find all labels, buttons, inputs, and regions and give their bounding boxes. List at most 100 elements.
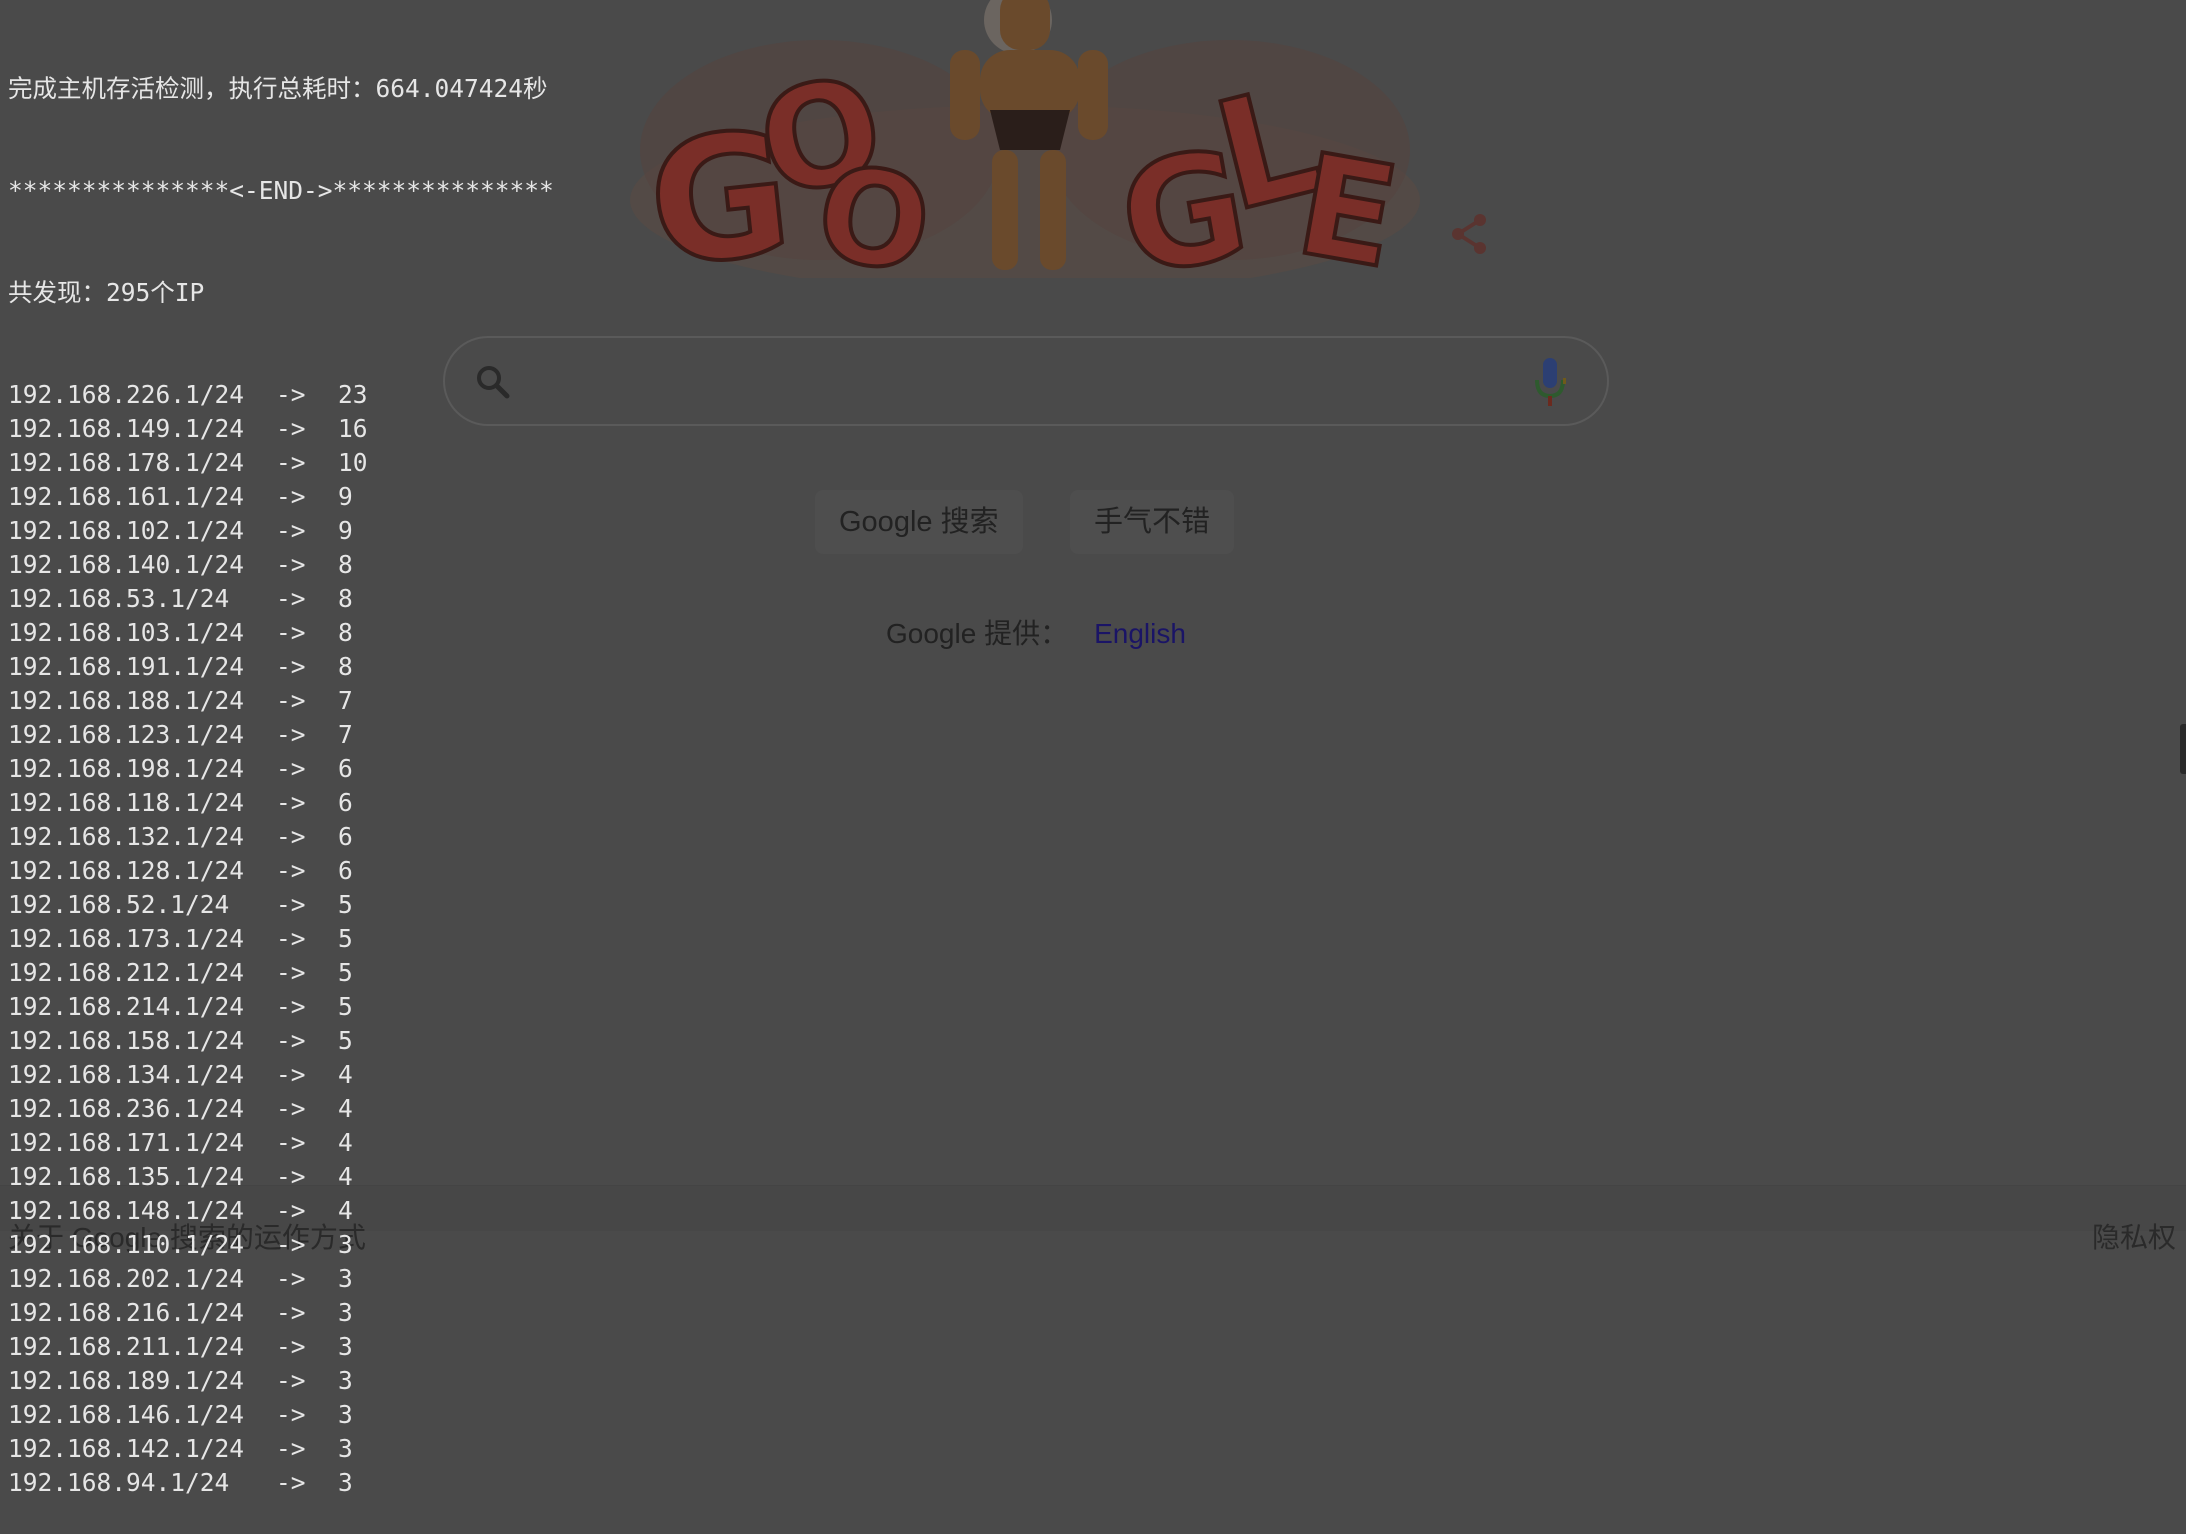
terminal-row: 192.168.110.1/24 -> 3 [8, 1228, 554, 1262]
subnet-address: 192.168.103.1/24 [8, 618, 245, 647]
subnet-address: 192.168.52.1/24 [8, 890, 230, 919]
arrow-separator: -> [276, 516, 306, 545]
language-offer: Google 提供： English [886, 612, 1186, 652]
terminal-row: 192.168.140.1/24 -> 8 [8, 548, 554, 582]
search-bar[interactable] [443, 336, 1609, 426]
terminal-row: 192.168.123.1/24 -> 7 [8, 718, 554, 752]
subnet-address: 192.168.132.1/24 [8, 822, 245, 851]
subnet-address: 192.168.142.1/24 [8, 1434, 245, 1463]
host-count: 8 [338, 652, 353, 681]
mic-icon[interactable] [1533, 356, 1567, 408]
host-count: 3 [338, 1366, 353, 1395]
arrow-separator: -> [276, 788, 306, 817]
subnet-address: 192.168.110.1/24 [8, 1230, 245, 1259]
terminal-row: 192.168.214.1/24 -> 5 [8, 990, 554, 1024]
arrow-separator: -> [276, 1468, 306, 1497]
arrow-separator: -> [276, 380, 306, 409]
host-count: 5 [338, 1026, 353, 1055]
arrow-separator: -> [276, 856, 306, 885]
terminal-output: 完成主机存活检测，执行总耗时：664.047424秒 *************… [8, 4, 554, 1534]
subnet-address: 192.168.53.1/24 [8, 584, 230, 613]
terminal-row: 192.168.146.1/24 -> 3 [8, 1398, 554, 1432]
subnet-address: 192.168.178.1/24 [8, 448, 245, 477]
terminal-row: 192.168.191.1/24 -> 8 [8, 650, 554, 684]
terminal-row: 192.168.198.1/24 -> 6 [8, 752, 554, 786]
terminal-row: 192.168.236.1/24 -> 4 [8, 1092, 554, 1126]
host-count: 7 [338, 720, 353, 749]
subnet-address: 192.168.135.1/24 [8, 1162, 245, 1191]
terminal-status-line: 完成主机存活检测，执行总耗时：664.047424秒 [8, 74, 548, 103]
host-count: 4 [338, 1128, 353, 1157]
arrow-separator: -> [276, 1264, 306, 1293]
host-count: 3 [338, 1298, 353, 1327]
terminal-summary-line: 共发现：295个IP [8, 278, 205, 307]
host-count: 4 [338, 1094, 353, 1123]
arrow-separator: -> [276, 958, 306, 987]
side-handle[interactable] [2180, 724, 2186, 774]
terminal-row: 192.168.158.1/24 -> 5 [8, 1024, 554, 1058]
arrow-separator: -> [276, 1298, 306, 1327]
subnet-address: 192.168.171.1/24 [8, 1128, 245, 1157]
subnet-address: 192.168.118.1/24 [8, 788, 245, 817]
terminal-row: 192.168.128.1/24 -> 6 [8, 854, 554, 888]
terminal-row: 192.168.135.1/24 -> 4 [8, 1160, 554, 1194]
arrow-separator: -> [276, 754, 306, 783]
subnet-address: 192.168.188.1/24 [8, 686, 245, 715]
arrow-separator: -> [276, 1332, 306, 1361]
host-count: 3 [338, 1434, 353, 1463]
footer-link-privacy[interactable]: 隐私权 [2092, 1216, 2176, 1256]
host-count: 16 [338, 414, 368, 443]
google-doodle[interactable]: G O O G L E [620, 0, 1430, 278]
search-input[interactable] [535, 356, 1479, 410]
subnet-address: 192.168.202.1/24 [8, 1264, 245, 1293]
terminal-row: 192.168.149.1/24 -> 16 [8, 412, 554, 446]
arrow-separator: -> [276, 1094, 306, 1123]
arrow-separator: -> [276, 1366, 306, 1395]
doodle-letter-o2: O [809, 136, 940, 278]
terminal-end-banner: ***************<-END->*************** [8, 176, 554, 205]
host-count: 6 [338, 754, 353, 783]
terminal-row: 192.168.189.1/24 -> 3 [8, 1364, 554, 1398]
arrow-separator: -> [276, 448, 306, 477]
subnet-address: 192.168.134.1/24 [8, 1060, 245, 1089]
host-count: 9 [338, 482, 353, 511]
terminal-row: 192.168.118.1/24 -> 6 [8, 786, 554, 820]
subnet-address: 192.168.94.1/24 [8, 1468, 230, 1497]
arrow-separator: -> [276, 482, 306, 511]
arrow-separator: -> [276, 1026, 306, 1055]
host-count: 10 [338, 448, 368, 477]
terminal-row: 192.168.94.1/24 -> 3 [8, 1466, 554, 1500]
terminal-row: 192.168.134.1/24 -> 4 [8, 1058, 554, 1092]
arrow-separator: -> [276, 414, 306, 443]
subnet-address: 192.168.173.1/24 [8, 924, 245, 953]
terminal-row: 192.168.103.1/24 -> 8 [8, 616, 554, 650]
share-icon[interactable] [1450, 212, 1490, 256]
host-count: 3 [338, 1264, 353, 1293]
terminal-row: 192.168.212.1/24 -> 5 [8, 956, 554, 990]
terminal-row: 192.168.52.1/24 -> 5 [8, 888, 554, 922]
host-count: 5 [338, 992, 353, 1021]
google-search-button[interactable]: Google 搜索 [815, 490, 1023, 554]
arrow-separator: -> [276, 1128, 306, 1157]
arrow-separator: -> [276, 992, 306, 1021]
terminal-row: 192.168.216.1/24 -> 3 [8, 1296, 554, 1330]
feeling-lucky-button[interactable]: 手气不错 [1070, 490, 1235, 554]
arrow-separator: -> [276, 720, 306, 749]
terminal-row: 192.168.211.1/24 -> 3 [8, 1330, 554, 1364]
subnet-address: 192.168.149.1/24 [8, 414, 245, 443]
host-count: 5 [338, 890, 353, 919]
host-count: 3 [338, 1230, 353, 1259]
arrow-separator: -> [276, 686, 306, 715]
language-link-english[interactable]: English [1094, 618, 1186, 649]
host-count: 4 [338, 1196, 353, 1225]
arrow-separator: -> [276, 822, 306, 851]
terminal-row: 192.168.102.1/24 -> 9 [8, 514, 554, 548]
subnet-address: 192.168.161.1/24 [8, 482, 245, 511]
terminal-row: 192.168.202.1/24 -> 3 [8, 1262, 554, 1296]
subnet-address: 192.168.226.1/24 [8, 380, 245, 409]
terminal-row: 192.168.148.1/24 -> 4 [8, 1194, 554, 1228]
terminal-row: 192.168.173.1/24 -> 5 [8, 922, 554, 956]
host-count: 8 [338, 584, 353, 613]
arrow-separator: -> [276, 1230, 306, 1259]
terminal-row: 192.168.226.1/24 -> 23 [8, 378, 554, 412]
